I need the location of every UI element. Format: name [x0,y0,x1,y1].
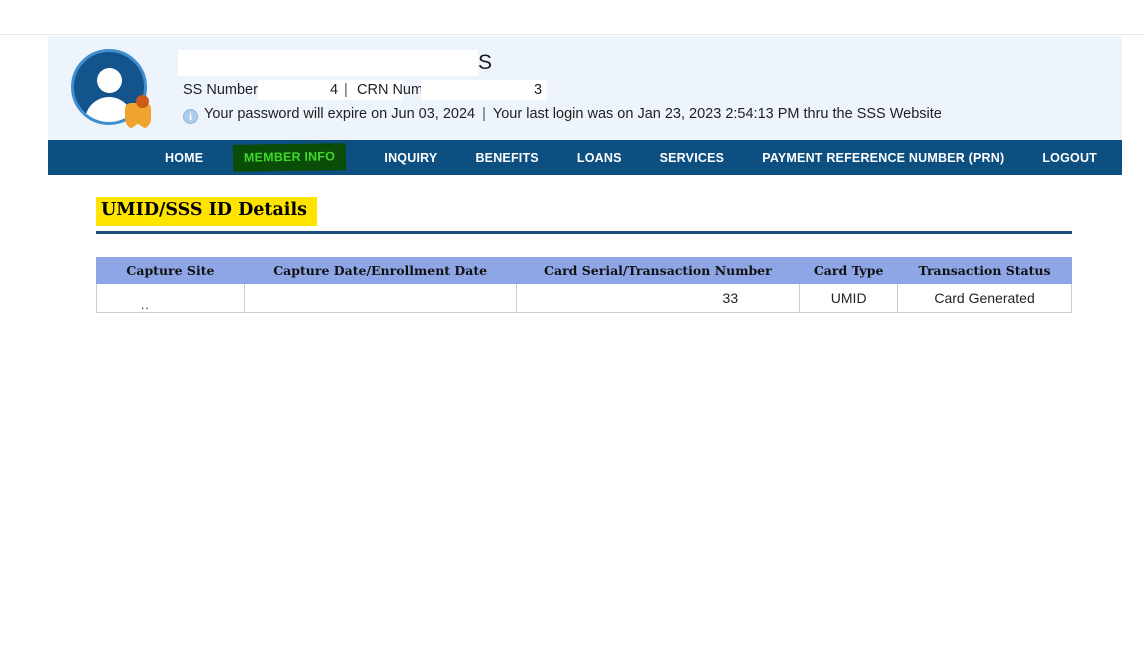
member-header-panel: S SS Number 4 | CRN Numb 3 i Your passwor… [48,36,1122,140]
table-body: .. 33 UMID Card Generated [97,284,1072,313]
capture-site-redaction [97,284,179,311]
nav-item-loans[interactable]: LOANS [577,151,622,165]
last-login-notice: Your last login was on Jan 23, 2023 2:54… [493,106,942,122]
cell-transaction-status: Card Generated [898,284,1072,313]
cell-capture-date [244,284,516,313]
notice-separator: | [482,106,486,122]
table-header-row: Capture Site Capture Date/Enrollment Dat… [97,258,1072,284]
crn-number-redaction [421,80,547,100]
crn-number-value: 3 [534,82,542,98]
page-title: UMID/SSS ID Details [96,197,317,226]
cell-card-type: UMID [800,284,898,313]
column-header-capture-date: Capture Date/Enrollment Date [244,258,516,284]
nav-item-payment-reference-number[interactable]: PAYMENT REFERENCE NUMBER (PRN) [762,151,1004,165]
card-serial-redaction [517,284,719,311]
cell-card-serial-value: 33 [723,290,739,306]
seal-shape [136,95,149,108]
cell-capture-site-value: .. [141,298,150,312]
page-title-wrapper: UMID/SSS ID Details [96,197,317,226]
column-header-card-serial: Card Serial/Transaction Number [516,258,800,284]
id-divider: | [344,82,348,98]
password-expiry-notice: Your password will expire on Jun 03, 202… [204,106,475,122]
cell-card-type-value: UMID [831,290,867,306]
nav-item-inquiry[interactable]: INQUIRY [384,151,437,165]
avatar-head-shape [97,68,122,93]
nav-item-services[interactable]: SERVICES [660,151,725,165]
info-icon: i [183,109,198,124]
cell-card-serial: 33 [516,284,800,313]
umid-details-table: Capture Site Capture Date/Enrollment Dat… [96,257,1072,313]
nav-item-member-info[interactable]: MEMBER INFO [233,143,347,172]
avatar [71,49,153,131]
member-name-line: S [178,48,1108,78]
member-info-text-block: S SS Number 4 | CRN Numb 3 i Your passwor… [178,48,1108,128]
column-header-card-type: Card Type [800,258,898,284]
nav-item-home[interactable]: HOME [165,151,203,165]
nav-item-logout[interactable]: LOGOUT [1042,151,1097,165]
main-navigation-bar: HOME MEMBER INFO INQUIRY BENEFITS LOANS … [48,140,1122,175]
ss-number-label: SS Number [183,82,258,98]
crn-number-label: CRN Numb [357,82,431,98]
nav-items-container: HOME MEMBER INFO INQUIRY BENEFITS LOANS … [165,140,1097,175]
member-name-visible-text: S [478,51,492,75]
member-name-redaction [178,50,478,76]
title-horizontal-rule [96,231,1072,234]
cell-capture-site: .. [97,284,245,313]
table-header: Capture Site Capture Date/Enrollment Dat… [97,258,1072,284]
cell-transaction-status-value: Card Generated [934,290,1034,306]
column-header-capture-site: Capture Site [97,258,245,284]
nav-item-benefits[interactable]: BENEFITS [475,151,538,165]
notice-line: i Your password will expire on Jun 03, 20… [178,106,1108,128]
award-ribbon-icon [123,95,153,129]
column-header-transaction-status: Transaction Status [898,258,1072,284]
ss-number-value: 4 [330,82,338,98]
table-row: .. 33 UMID Card Generated [97,284,1072,313]
member-id-line: SS Number 4 | CRN Numb 3 [178,80,1108,102]
browser-top-strip [0,0,1144,35]
